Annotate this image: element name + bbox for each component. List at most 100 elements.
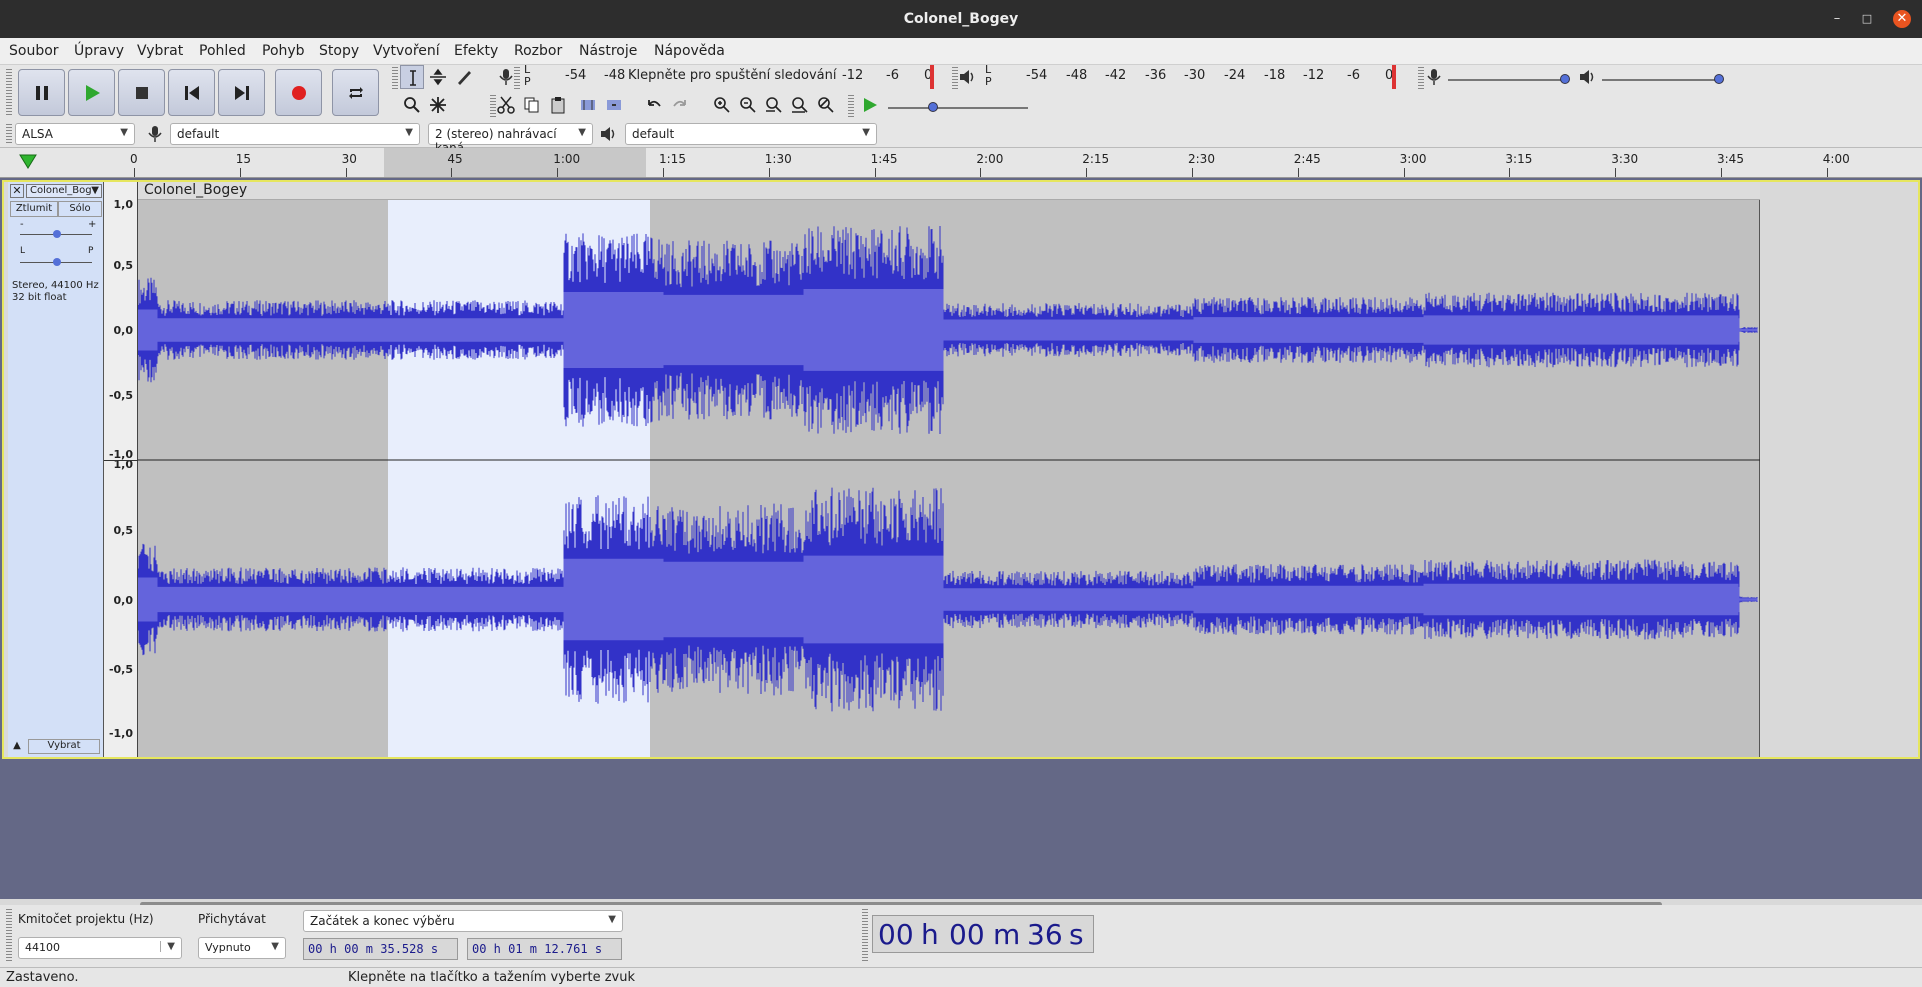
play-head-icon[interactable] xyxy=(19,153,37,173)
cut-icon[interactable] xyxy=(494,93,518,117)
silence-icon[interactable] xyxy=(602,93,626,117)
pan-thumb[interactable] xyxy=(53,258,61,266)
waveform[interactable] xyxy=(138,182,1760,757)
menu-napoveda[interactable]: Nápověda xyxy=(654,43,725,59)
menu-pohyb[interactable]: Pohyb xyxy=(262,43,305,59)
selection-end-time[interactable]: 00 h 01 m 12.761 s xyxy=(467,938,622,960)
ruler-tick-label: 3:15 xyxy=(1505,152,1533,166)
rec-meter-tick: -54 xyxy=(565,68,587,83)
maximize-icon[interactable]: □ xyxy=(1858,10,1876,28)
play-button[interactable] xyxy=(68,69,115,116)
ruler-tick-mark xyxy=(768,168,770,177)
track-menu-button[interactable]: Colonel_Bog ▼ xyxy=(26,184,102,198)
play-speed-slider[interactable] xyxy=(888,107,1028,109)
menu-soubor[interactable]: Soubor xyxy=(9,43,59,59)
stop-button[interactable] xyxy=(118,69,165,116)
toolbar-area: L P -54 -48 Klepněte pro spuštění sledov… xyxy=(0,63,1922,121)
ruler-tick-label: 3:30 xyxy=(1611,152,1639,166)
record-button[interactable] xyxy=(275,69,322,116)
selection-mode-select[interactable]: Začátek a konec výběru ▼ xyxy=(303,910,623,932)
audio-host-select[interactable]: ALSA ▼ xyxy=(15,123,135,145)
envelope-tool-icon[interactable] xyxy=(426,65,450,89)
copy-icon[interactable] xyxy=(520,93,544,117)
loop-button[interactable] xyxy=(332,69,379,116)
track-area: ✕ Colonel_Bog ▼ Ztlumit Sólo - + L P Ster… xyxy=(0,178,1922,899)
menu-nastroje[interactable]: Nástroje xyxy=(579,43,637,59)
channels-select[interactable]: 2 (stereo) nahrávací kaná▼ xyxy=(428,123,593,155)
paste-icon[interactable] xyxy=(546,93,570,117)
multi-tool-icon[interactable] xyxy=(426,93,450,117)
close-track-icon[interactable]: ✕ xyxy=(10,184,24,198)
rec-volume-slider[interactable] xyxy=(1448,79,1568,81)
zoom-toggle-icon[interactable] xyxy=(814,93,838,117)
time-seconds: 36 xyxy=(1027,918,1063,951)
time-display[interactable]: 00 h 00 m 36 s xyxy=(872,915,1094,953)
close-icon[interactable]: ✕ xyxy=(1893,10,1911,28)
menu-efekty[interactable]: Efekty xyxy=(454,43,498,59)
recording-device-value: default xyxy=(177,127,220,141)
play-speed-thumb[interactable] xyxy=(928,102,938,112)
time-minutes: 00 xyxy=(949,918,985,951)
tools-grip[interactable] xyxy=(392,67,398,89)
microphone-icon[interactable] xyxy=(494,65,518,89)
fit-selection-icon[interactable] xyxy=(762,93,786,117)
zoom-tool-icon[interactable] xyxy=(400,93,424,117)
vertical-ruler: 1,0 0,5 0,0 -0,5 -1,0 1,0 0,5 0,0 -0,5 -1,0 xyxy=(104,182,138,757)
timeline-ruler[interactable]: 0 15 30 45 1:00 1:15 1:30 1:45 2:00 2:15 2:30 2:45 3… xyxy=(0,148,1922,178)
selection-toolbar: Kmitočet projektu (Hz) 44100 ▼ Přichytáva… xyxy=(0,905,1922,967)
menu-pohled[interactable]: Pohled xyxy=(199,43,246,59)
recording-device-select[interactable]: default ▼ xyxy=(170,123,420,145)
redo-icon[interactable] xyxy=(668,93,692,117)
project-rate-select[interactable]: 44100 ▼ xyxy=(18,937,182,959)
project-rate-label: Kmitočet projektu (Hz) xyxy=(18,912,154,926)
fit-project-icon[interactable] xyxy=(788,93,812,117)
trim-icon[interactable] xyxy=(576,93,600,117)
menu-stopy[interactable]: Stopy xyxy=(319,43,359,59)
menu-vybrat[interactable]: Vybrat xyxy=(137,43,183,59)
audio-clip[interactable]: Colonel_Bogey xyxy=(138,182,1760,757)
ruler-tick-label: 0 xyxy=(130,152,138,166)
menu-upravy[interactable]: Úpravy xyxy=(74,43,124,59)
zoom-in-icon[interactable] xyxy=(710,93,734,117)
ruler-tick-label: 1:30 xyxy=(764,152,792,166)
select-track-button[interactable]: Vybrat xyxy=(28,739,100,754)
skip-end-button[interactable] xyxy=(218,69,265,116)
speaker-icon[interactable] xyxy=(955,65,979,89)
mute-button[interactable]: Ztlumit xyxy=(10,201,58,217)
audio-track[interactable]: ✕ Colonel_Bog ▼ Ztlumit Sólo - + L P Ster… xyxy=(2,180,1920,759)
ruler-tick-label: 2:15 xyxy=(1082,152,1110,166)
rec-meter-start-monitoring[interactable]: Klepněte pro spuštění sledování xyxy=(628,68,836,83)
play-volume-thumb[interactable] xyxy=(1714,74,1724,84)
pause-button[interactable] xyxy=(18,69,65,116)
transport-grip[interactable] xyxy=(6,69,12,117)
selection-tool-icon[interactable] xyxy=(400,65,424,89)
rec-volume-thumb[interactable] xyxy=(1560,74,1570,84)
time-seconds-unit: s xyxy=(1069,918,1084,951)
pan-right-label: P xyxy=(88,246,94,256)
draw-tool-icon[interactable] xyxy=(452,65,476,89)
device-grip[interactable] xyxy=(6,124,12,144)
selection-start-time[interactable]: 00 h 00 m 35.528 s xyxy=(303,938,458,960)
collapse-track-icon[interactable]: ▲ xyxy=(10,740,24,754)
undo-icon[interactable] xyxy=(642,93,666,117)
minimize-icon[interactable]: – xyxy=(1828,10,1846,28)
play-meter-tick: -42 xyxy=(1105,68,1127,83)
play-meter-peak xyxy=(1392,65,1396,89)
snap-select[interactable]: Vypnuto ▼ xyxy=(198,937,286,959)
skip-start-button[interactable] xyxy=(168,69,215,116)
play-volume-slider[interactable] xyxy=(1602,79,1722,81)
rec-meter-right-label: P xyxy=(524,75,531,88)
solo-button[interactable]: Sólo xyxy=(58,201,102,217)
playback-device-select[interactable]: default ▼ xyxy=(625,123,877,145)
selection-grip[interactable] xyxy=(6,909,12,963)
ruler-tick-mark xyxy=(1826,168,1828,177)
gain-thumb[interactable] xyxy=(53,230,61,238)
time-grip[interactable] xyxy=(862,909,868,963)
zoom-out-icon[interactable] xyxy=(736,93,760,117)
menu-rozbor[interactable]: Rozbor xyxy=(514,43,562,59)
playat-grip[interactable] xyxy=(848,95,854,117)
project-rate-value: 44100 xyxy=(25,941,60,954)
menu-vytvoreni[interactable]: Vytvoření xyxy=(373,43,440,59)
ruler-tick-mark xyxy=(874,168,876,177)
play-at-speed-icon[interactable] xyxy=(858,93,882,117)
